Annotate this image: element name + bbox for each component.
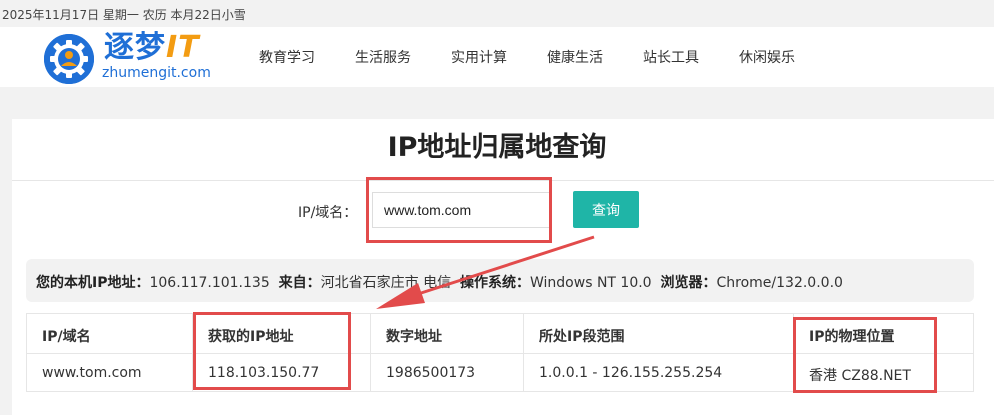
- annotation-arrow-icon: [376, 235, 595, 309]
